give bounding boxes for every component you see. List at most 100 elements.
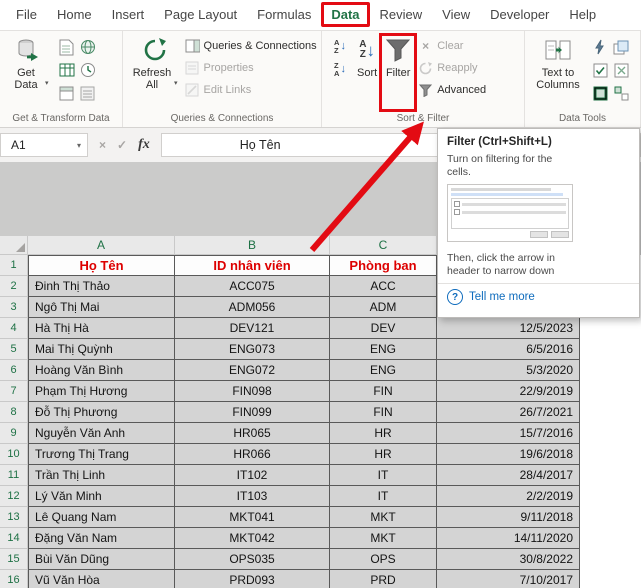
cell-d4[interactable]: 12/5/2023 [437, 318, 580, 339]
cell-a1[interactable]: Họ Tên [28, 255, 175, 276]
row-number[interactable]: 9 [0, 423, 28, 444]
tab-formulas[interactable]: Formulas [247, 0, 321, 30]
cell-d7[interactable]: 22/9/2019 [437, 381, 580, 402]
cell-c7[interactable]: FIN [330, 381, 437, 402]
from-table-range-icon[interactable] [57, 59, 77, 81]
column-header-a[interactable]: A [28, 236, 175, 255]
cell-d11[interactable]: 28/4/2017 [437, 465, 580, 486]
cell-a7[interactable]: Phạm Thị Hương [28, 381, 175, 402]
cell-c8[interactable]: FIN [330, 402, 437, 423]
cell-c11[interactable]: IT [330, 465, 437, 486]
row-number[interactable]: 1 [0, 255, 28, 276]
sort-button[interactable]: AZ ↓ Sort [353, 34, 381, 112]
cell-d8[interactable]: 26/7/2021 [437, 402, 580, 423]
remove-duplicates-icon[interactable] [611, 36, 631, 58]
enter-icon[interactable]: ✓ [117, 138, 127, 152]
clear-button[interactable]: × Clear [415, 36, 489, 56]
cell-a14[interactable]: Đặng Văn Nam [28, 528, 175, 549]
column-header-c[interactable]: C [330, 236, 437, 255]
cell-c9[interactable]: HR [330, 423, 437, 444]
cell-c4[interactable]: DEV [330, 318, 437, 339]
queries-connections-button[interactable]: Queries & Connections [182, 36, 320, 56]
tab-page-layout[interactable]: Page Layout [154, 0, 247, 30]
cell-c10[interactable]: HR [330, 444, 437, 465]
cell-a2[interactable]: Đinh Thị Thảo [28, 276, 175, 297]
row-number[interactable]: 10 [0, 444, 28, 465]
row-number[interactable]: 8 [0, 402, 28, 423]
tab-insert[interactable]: Insert [102, 0, 155, 30]
cell-d16[interactable]: 7/10/2017 [437, 570, 580, 588]
cell-a13[interactable]: Lê Quang Nam [28, 507, 175, 528]
cell-a3[interactable]: Ngô Thị Mai [28, 297, 175, 318]
flash-fill-icon[interactable] [590, 36, 610, 58]
cell-a11[interactable]: Trần Thị Linh [28, 465, 175, 486]
row-number[interactable]: 14 [0, 528, 28, 549]
cell-d14[interactable]: 14/11/2020 [437, 528, 580, 549]
cell-a4[interactable]: Hà Thị Hà [28, 318, 175, 339]
data-validation-icon[interactable] [590, 59, 610, 81]
cell-b6[interactable]: ENG072 [175, 360, 330, 381]
sort-descending-button[interactable]: ZA ↓ [327, 59, 353, 80]
cell-a12[interactable]: Lý Văn Minh [28, 486, 175, 507]
row-number[interactable]: 7 [0, 381, 28, 402]
edit-links-button[interactable]: Edit Links [182, 80, 320, 100]
cell-c12[interactable]: IT [330, 486, 437, 507]
relationships-icon[interactable] [611, 82, 631, 104]
properties-button[interactable]: Properties [182, 58, 320, 78]
tab-help[interactable]: Help [559, 0, 606, 30]
cell-c13[interactable]: MKT [330, 507, 437, 528]
row-number[interactable]: 4 [0, 318, 28, 339]
cell-c15[interactable]: OPS [330, 549, 437, 570]
cell-d6[interactable]: 5/3/2020 [437, 360, 580, 381]
cell-b13[interactable]: MKT041 [175, 507, 330, 528]
cell-d13[interactable]: 9/11/2018 [437, 507, 580, 528]
insert-function-icon[interactable]: fx [138, 137, 150, 153]
whatif-analysis-icon[interactable] [590, 82, 610, 104]
cell-b12[interactable]: IT103 [175, 486, 330, 507]
tab-data[interactable]: Data [321, 0, 370, 30]
cell-d10[interactable]: 19/6/2018 [437, 444, 580, 465]
tell-me-more-link[interactable]: ? Tell me more [447, 289, 630, 305]
cell-b15[interactable]: OPS035 [175, 549, 330, 570]
from-web-icon[interactable] [78, 36, 98, 58]
cell-b2[interactable]: ACC075 [175, 276, 330, 297]
tab-view[interactable]: View [432, 0, 480, 30]
cell-c16[interactable]: PRD [330, 570, 437, 588]
recent-sources-icon[interactable] [78, 59, 98, 81]
cell-b10[interactable]: HR066 [175, 444, 330, 465]
tab-review[interactable]: Review [370, 0, 433, 30]
row-number[interactable]: 13 [0, 507, 28, 528]
row-number[interactable]: 12 [0, 486, 28, 507]
cell-a5[interactable]: Mai Thị Quỳnh [28, 339, 175, 360]
cell-d15[interactable]: 30/8/2022 [437, 549, 580, 570]
row-number[interactable]: 15 [0, 549, 28, 570]
cancel-icon[interactable]: × [99, 138, 106, 152]
cell-d5[interactable]: 6/5/2016 [437, 339, 580, 360]
cell-b1[interactable]: ID nhân viên [175, 255, 330, 276]
cell-a10[interactable]: Trương Thị Trang [28, 444, 175, 465]
row-number[interactable]: 2 [0, 276, 28, 297]
cell-b8[interactable]: FIN099 [175, 402, 330, 423]
cell-b7[interactable]: FIN098 [175, 381, 330, 402]
cell-b3[interactable]: ADM056 [175, 297, 330, 318]
cell-c1[interactable]: Phòng ban [330, 255, 437, 276]
data-source-settings-icon[interactable] [78, 82, 98, 104]
cell-c14[interactable]: MKT [330, 528, 437, 549]
cell-b14[interactable]: MKT042 [175, 528, 330, 549]
name-box[interactable]: A1 ▾ [0, 133, 88, 157]
cell-c2[interactable]: ACC [330, 276, 437, 297]
cell-c3[interactable]: ADM [330, 297, 437, 318]
row-number[interactable]: 5 [0, 339, 28, 360]
row-number[interactable]: 11 [0, 465, 28, 486]
row-number[interactable]: 16 [0, 570, 28, 588]
consolidate-icon[interactable] [611, 59, 631, 81]
cell-d9[interactable]: 15/7/2016 [437, 423, 580, 444]
sort-ascending-button[interactable]: AZ ↓ [327, 36, 353, 57]
filter-button[interactable]: Filter [379, 33, 418, 112]
text-to-columns-button[interactable]: Text to Columns [530, 34, 586, 112]
cell-c5[interactable]: ENG [330, 339, 437, 360]
refresh-all-button[interactable]: Refresh All ▾ [128, 34, 182, 112]
cell-a9[interactable]: Nguyễn Văn Anh [28, 423, 175, 444]
reapply-button[interactable]: Reapply [415, 58, 489, 78]
advanced-button[interactable]: Advanced [415, 80, 489, 100]
